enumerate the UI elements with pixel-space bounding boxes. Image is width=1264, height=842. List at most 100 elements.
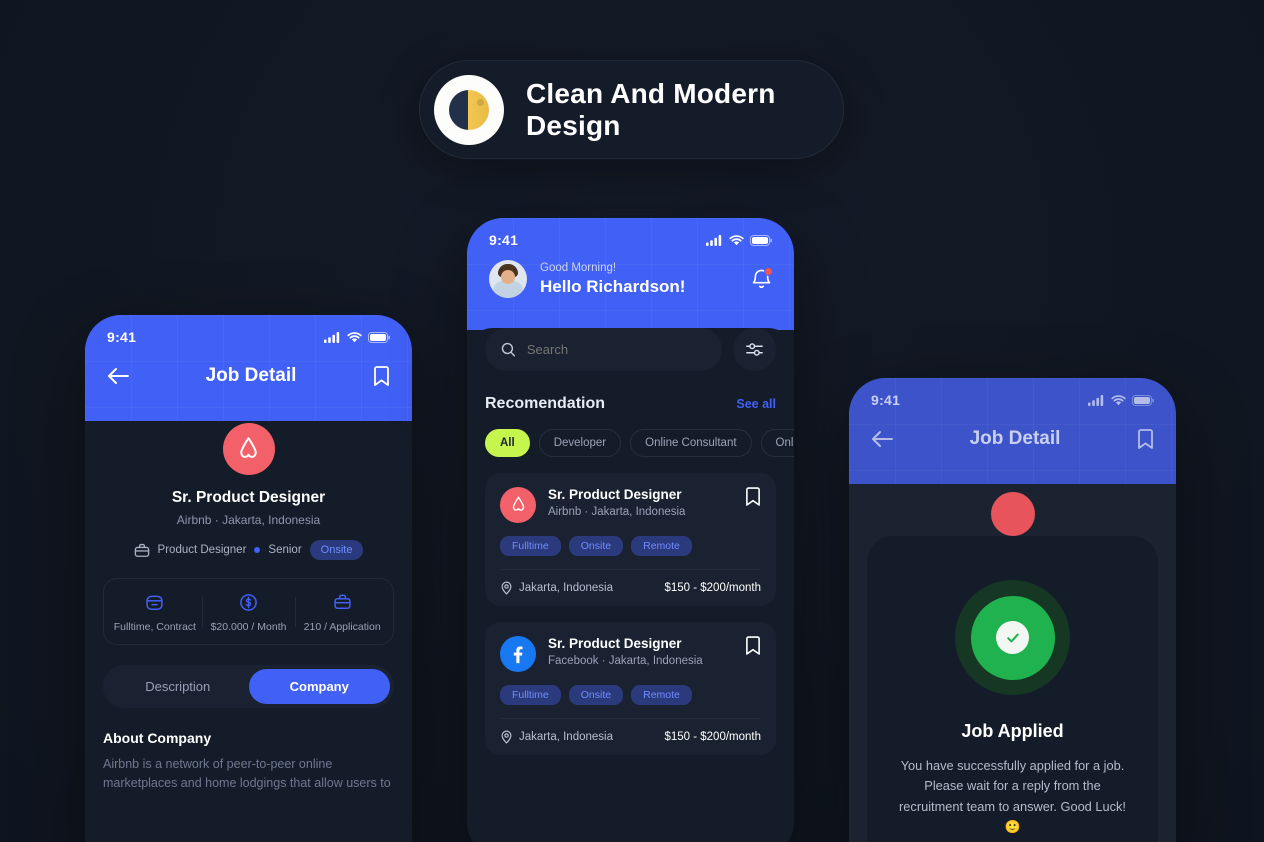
job-applied-modal: Job Applied You have successfully applie… bbox=[867, 536, 1158, 842]
filter-sliders-icon bbox=[746, 343, 763, 356]
statusbar-time: 9:41 bbox=[871, 392, 901, 408]
job-card[interactable]: Sr. Product Designer Airbnb · Jakarta, I… bbox=[485, 473, 776, 606]
job-company-location: Airbnb · Jakarta, Indonesia bbox=[176, 513, 321, 527]
statusbar: 9:41 bbox=[467, 218, 794, 248]
job-role: Product Designer bbox=[157, 544, 247, 556]
job-tag: Fulltime bbox=[500, 685, 561, 705]
statusbar-icons bbox=[706, 234, 772, 246]
filter-button[interactable] bbox=[733, 328, 776, 371]
page-title: Job Detail bbox=[969, 428, 1061, 449]
battery-icon bbox=[368, 331, 390, 343]
about-company-text: Airbnb is a network of peer-to-peer onli… bbox=[103, 757, 391, 791]
greeting-row: Good Morning! Hello Richardson! bbox=[467, 248, 794, 330]
battery-icon bbox=[750, 234, 772, 246]
check-circle-icon bbox=[955, 580, 1070, 695]
job-detail-sheet: Sr. Product Designer Airbnb · Jakarta, I… bbox=[85, 423, 412, 842]
job-meta-row: Product Designer Senior Onsite bbox=[103, 540, 394, 560]
facebook-logo-icon bbox=[500, 636, 536, 672]
stat-employment-type: Fulltime, Contract bbox=[108, 591, 202, 633]
separator-dot bbox=[254, 547, 261, 553]
dollar-circle-icon bbox=[202, 591, 296, 613]
phone-job-detail: 9:41 Job Detail Sr. Product Designer Air… bbox=[85, 315, 412, 842]
job-card-pay: $150 - $200/month bbox=[664, 731, 761, 743]
chip-online-consultant[interactable]: Online Consultant bbox=[630, 429, 752, 457]
cellular-signal-icon bbox=[706, 234, 722, 246]
job-card-location: Jakarta, Indonesia bbox=[500, 730, 613, 744]
see-all-link[interactable]: See all bbox=[736, 397, 776, 411]
job-card-location: Jakarta, Indonesia bbox=[500, 581, 613, 595]
statusbar-icons bbox=[324, 331, 390, 343]
section-title: Recomendation bbox=[485, 395, 606, 412]
headline-badge: Clean And Modern Design bbox=[419, 60, 844, 159]
category-chips: All Developer Online Consultant Online C bbox=[485, 429, 794, 457]
bookmark-button[interactable] bbox=[745, 487, 761, 507]
job-card-title: Sr. Product Designer bbox=[548, 636, 682, 651]
recommendation-header: Recomendation See all bbox=[485, 395, 776, 413]
job-tag: Onsite bbox=[568, 536, 624, 556]
wifi-icon bbox=[347, 331, 362, 342]
tab-description[interactable]: Description bbox=[107, 669, 249, 704]
job-applied-navbar: Job Detail bbox=[849, 408, 1176, 484]
phone-home: 9:41 Good Morning! Hello Richardson! Sea… bbox=[467, 218, 794, 842]
job-card-footer: Jakarta, Indonesia $150 - $200/month bbox=[500, 718, 761, 755]
headline-text: Clean And Modern Design bbox=[526, 77, 776, 141]
job-applied-body: Job Applied You have successfully applie… bbox=[849, 484, 1176, 842]
canvas: Clean And Modern Design 9:41 Job Detail bbox=[0, 0, 1264, 842]
wifi-icon bbox=[1111, 394, 1126, 405]
search-input[interactable] bbox=[526, 342, 706, 357]
chip-online-consultant-2[interactable]: Online C bbox=[760, 429, 794, 457]
notification-button[interactable] bbox=[751, 266, 773, 291]
airbnb-logo-icon bbox=[990, 492, 1035, 536]
search-icon bbox=[501, 342, 516, 357]
bookmark-icon bbox=[746, 636, 760, 655]
statusbar-time: 9:41 bbox=[107, 329, 137, 345]
home-sheet: Recomendation See all All Developer Onli… bbox=[467, 328, 794, 842]
job-work-mode-badge: Onsite bbox=[309, 540, 364, 560]
briefcase-icon bbox=[134, 543, 149, 557]
bookmark-button[interactable] bbox=[1137, 428, 1154, 450]
modal-message: You have successfully applied for a job.… bbox=[899, 758, 1126, 835]
job-detail-header: 9:41 Job Detail bbox=[85, 315, 412, 421]
stat-salary: $20.000 / Month bbox=[201, 591, 296, 633]
job-card-header: Sr. Product Designer Facebook · Jakarta,… bbox=[500, 636, 761, 672]
bookmark-button[interactable] bbox=[373, 365, 390, 387]
job-tag: Remote bbox=[631, 685, 692, 705]
back-button[interactable] bbox=[107, 367, 129, 385]
job-card-footer: Jakarta, Indonesia $150 - $200/month bbox=[500, 569, 761, 606]
phone-job-applied: 9:41 Job Detail Job Applied You have suc… bbox=[849, 378, 1176, 842]
notification-dot bbox=[764, 266, 773, 276]
chip-developer[interactable]: Developer bbox=[538, 429, 622, 457]
briefcase-icon bbox=[295, 591, 389, 613]
airbnb-logo-icon bbox=[500, 487, 536, 523]
job-card-subtitle: Airbnb · Jakarta, Indonesia bbox=[548, 506, 686, 518]
job-tag: Remote bbox=[631, 536, 692, 556]
chip-all[interactable]: All bbox=[485, 429, 530, 457]
airbnb-logo-icon bbox=[222, 423, 275, 475]
statusbar-icons bbox=[1088, 394, 1154, 406]
arrow-left-icon bbox=[872, 431, 893, 447]
stat-label: 210 / Application bbox=[303, 621, 381, 633]
job-card-title: Sr. Product Designer bbox=[548, 487, 682, 502]
job-card[interactable]: Sr. Product Designer Facebook · Jakarta,… bbox=[485, 622, 776, 755]
job-applied-header: 9:41 Job Detail bbox=[849, 378, 1176, 484]
location-text: Jakarta, Indonesia bbox=[519, 582, 613, 594]
wifi-icon bbox=[729, 234, 744, 245]
search-box[interactable] bbox=[485, 328, 722, 371]
stat-label: Fulltime, Contract bbox=[113, 621, 196, 633]
greeting-name: Hello Richardson! bbox=[540, 276, 686, 296]
bookmark-button[interactable] bbox=[745, 636, 761, 656]
stat-applications: 210 / Application bbox=[295, 591, 389, 633]
avatar[interactable] bbox=[489, 260, 527, 298]
tab-company[interactable]: Company bbox=[248, 669, 390, 704]
about-company-heading: About Company bbox=[103, 730, 212, 746]
back-button[interactable] bbox=[871, 430, 893, 448]
statusbar: 9:41 bbox=[849, 378, 1176, 408]
job-detail-tabs: Description Company bbox=[103, 665, 394, 708]
moon-icon bbox=[434, 74, 504, 145]
cellular-signal-icon bbox=[324, 331, 340, 343]
stat-label: $20.000 / Month bbox=[210, 621, 287, 633]
job-card-header: Sr. Product Designer Airbnb · Jakarta, I… bbox=[500, 487, 761, 523]
job-card-pay: $150 - $200/month bbox=[664, 582, 761, 594]
map-pin-icon bbox=[501, 730, 512, 744]
job-card-tags: Fulltime Onsite Remote bbox=[500, 685, 761, 705]
